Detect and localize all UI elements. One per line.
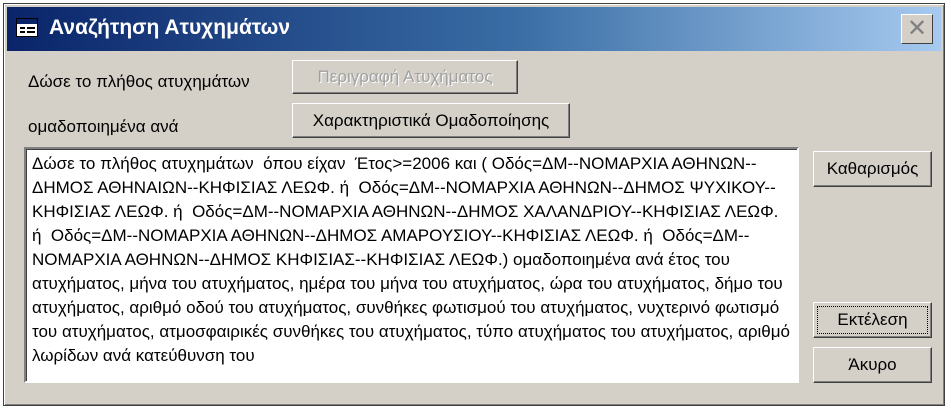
- window-title: Αναζήτηση Ατυχημάτων: [49, 16, 291, 39]
- accident-description-button[interactable]: Περιγραφή Ατυχήματος: [292, 60, 518, 94]
- cancel-button[interactable]: Άκυρο: [813, 347, 932, 383]
- title-bar[interactable]: Αναζήτηση Ατυχημάτων ✕: [7, 7, 941, 51]
- grouping-characteristics-button[interactable]: Χαρακτηριστικά Ομαδοποίησης: [292, 103, 570, 138]
- count-label: Δώσε το πλήθος ατυχημάτων: [28, 72, 250, 91]
- execute-button[interactable]: Εκτέλεση: [813, 302, 932, 338]
- query-text-area[interactable]: Δώσε το πλήθος ατυχημάτων όπου είχαν Έτο…: [24, 147, 799, 383]
- close-icon[interactable]: ✕: [901, 14, 933, 44]
- grouped-by-label: ομαδοποιημένα ανά: [28, 117, 179, 136]
- form-icon: [16, 18, 38, 37]
- clear-button[interactable]: Καθαρισμός: [813, 151, 932, 187]
